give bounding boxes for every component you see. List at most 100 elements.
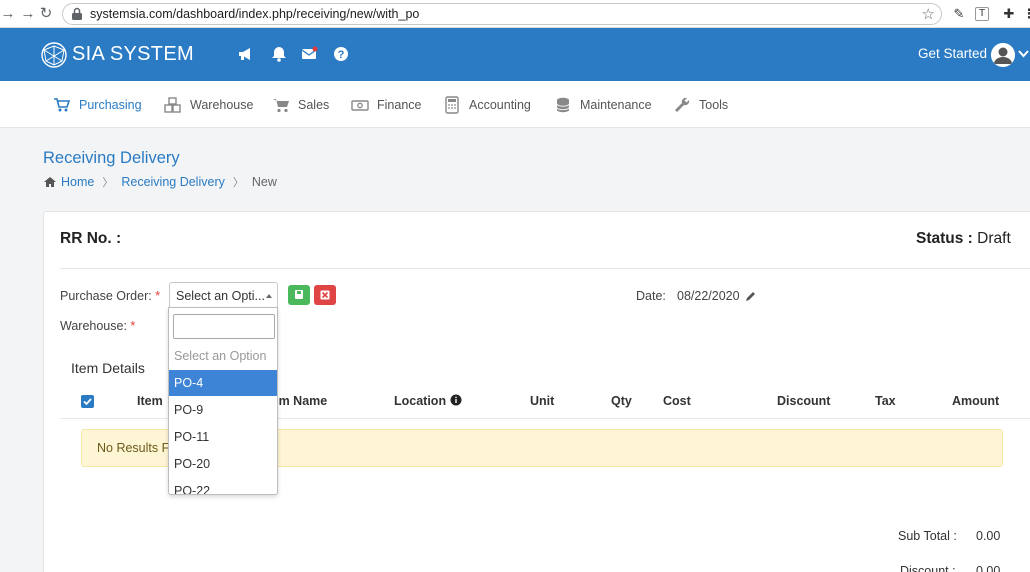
user-avatar[interactable]	[991, 43, 1015, 67]
dropdown-option-po-9[interactable]: PO-9	[169, 397, 277, 423]
dropdown-option-po-22[interactable]: PO-22	[169, 478, 277, 494]
floppy-save-icon	[295, 290, 303, 299]
close-icon	[320, 290, 330, 300]
app-header: SIA SYSTEM ? Get Started	[0, 28, 1030, 81]
nav-warehouse[interactable]: Warehouse	[164, 96, 253, 114]
nav-label: Sales	[298, 98, 330, 112]
dropdown-option-po-4[interactable]: PO-4	[169, 370, 277, 396]
rr-number-label: RR No. :	[60, 230, 122, 247]
brand-name[interactable]: SIA SYSTEM	[72, 43, 194, 66]
col-location: Location	[394, 394, 462, 408]
nav-finance[interactable]: Finance	[351, 96, 421, 114]
browser-toolbar: → → ↻ systemsia.com/dashboard/index.php/…	[0, 0, 1030, 28]
purchase-order-label-text: Purchase Order:	[60, 289, 152, 303]
nav-maintenance[interactable]: Maintenance	[554, 96, 652, 114]
nav-label: Maintenance	[580, 98, 652, 112]
lock-icon	[72, 7, 82, 20]
status-value: Draft	[977, 230, 1011, 247]
sub-total-label: Sub Total :	[898, 529, 957, 543]
breadcrumb-receiving[interactable]: Receiving Delivery	[121, 175, 225, 189]
user-silhouette-icon	[991, 43, 1015, 67]
nav-label: Accounting	[469, 98, 531, 112]
checkmark-icon	[83, 398, 92, 406]
item-details-title: Item Details	[71, 360, 145, 376]
save-po-button[interactable]	[288, 285, 310, 305]
cancel-po-button[interactable]	[314, 285, 336, 305]
shopping-cart-icon	[273, 99, 289, 113]
forward-button-icon[interactable]: →	[18, 4, 38, 24]
dropdown-search-input[interactable]	[173, 314, 275, 339]
pen-icon[interactable]: ✎	[950, 5, 968, 23]
module-nav: Purchasing Warehouse Sales Finance Accou…	[0, 81, 1030, 128]
status-label: Status :	[916, 230, 973, 247]
home-icon	[44, 177, 56, 187]
warehouse-label: Warehouse: *	[60, 319, 135, 333]
divider	[60, 268, 1030, 269]
breadcrumb-current: New	[251, 175, 277, 189]
nav-label: Warehouse	[190, 98, 254, 112]
select-all-checkbox[interactable]	[81, 395, 94, 408]
col-discount: Discount	[777, 394, 831, 408]
warehouse-label-text: Warehouse:	[60, 319, 127, 333]
required-mark: *	[155, 289, 161, 303]
address-bar[interactable]: systemsia.com/dashboard/index.php/receiv…	[62, 3, 942, 25]
megaphone-icon[interactable]	[237, 45, 255, 63]
bookmark-star-icon[interactable]: ☆	[922, 5, 935, 23]
nav-purchasing[interactable]: Purchasing	[53, 96, 142, 114]
purchase-order-select[interactable]: Select an Opti...	[169, 282, 278, 309]
col-cost: Cost	[663, 394, 691, 408]
cart-hand-icon	[54, 98, 71, 112]
page-title: Receiving Delivery	[43, 149, 180, 167]
col-amount: Amount	[952, 394, 1000, 408]
dropdown-placeholder-option[interactable]: Select an Option	[169, 343, 277, 369]
bell-icon[interactable]	[270, 45, 288, 63]
chevron-down-icon[interactable]	[1017, 47, 1030, 60]
calculator-icon	[445, 96, 459, 114]
database-icon	[556, 97, 570, 113]
purchase-order-label: Purchase Order: *	[60, 289, 160, 303]
required-mark: *	[130, 319, 136, 333]
nav-sales[interactable]: Sales	[272, 96, 329, 114]
chevron-right-icon: 〉	[232, 177, 244, 189]
breadcrumb-home[interactable]: Home	[61, 175, 94, 189]
date-label: Date:	[636, 289, 666, 303]
col-location-text: Location	[394, 394, 447, 408]
menu-dots-icon[interactable]: ⋮	[1020, 5, 1030, 23]
boxes-icon	[164, 97, 181, 113]
purchase-order-dropdown: Select an Option PO-4 PO-9 PO-11 PO-20 P…	[168, 307, 278, 495]
col-qty: Qty	[611, 394, 632, 408]
sub-total-value: 0.00	[976, 529, 1001, 543]
caret-up-icon	[266, 294, 272, 298]
date-value: 08/22/2020	[677, 289, 740, 303]
puzzle-extension-icon[interactable]: ✚	[1000, 5, 1018, 23]
nav-tools[interactable]: Tools	[673, 96, 728, 114]
wrench-icon	[675, 97, 690, 112]
chevron-right-icon: 〉	[102, 177, 114, 189]
url-text: systemsia.com/dashboard/index.php/receiv…	[90, 7, 420, 21]
text-extension-icon[interactable]: T	[975, 7, 989, 21]
dropdown-option-po-20[interactable]: PO-20	[169, 451, 277, 477]
money-icon	[351, 100, 369, 111]
help-circle-icon[interactable]: ?	[332, 45, 350, 63]
no-results-text: No Results F	[97, 441, 170, 455]
info-circle-icon[interactable]	[450, 394, 462, 406]
get-started-link[interactable]: Get Started	[918, 46, 987, 61]
dropdown-option-po-11[interactable]: PO-11	[169, 424, 277, 450]
nav-accounting[interactable]: Accounting	[443, 96, 531, 114]
envelope-icon[interactable]	[300, 45, 318, 63]
purchase-order-selected: Select an Opti...	[176, 289, 265, 303]
pencil-edit-icon[interactable]	[745, 290, 757, 302]
forward-arrow-icon[interactable]: →	[0, 4, 18, 24]
col-unit: Unit	[530, 394, 555, 408]
svg-text:?: ?	[338, 49, 345, 61]
col-item: Item	[137, 394, 163, 408]
reload-icon[interactable]: ↻	[36, 4, 56, 24]
col-tax: Tax	[875, 394, 896, 408]
date-field[interactable]: 08/22/2020	[677, 289, 757, 303]
nav-label: Tools	[699, 98, 729, 112]
globe-network-icon	[41, 42, 67, 68]
breadcrumb: Home 〉 Receiving Delivery 〉 New	[43, 174, 277, 190]
discount-total-label: Discount :	[900, 564, 956, 572]
nav-label: Finance	[377, 98, 422, 112]
discount-total-value: 0.00	[976, 564, 1001, 572]
